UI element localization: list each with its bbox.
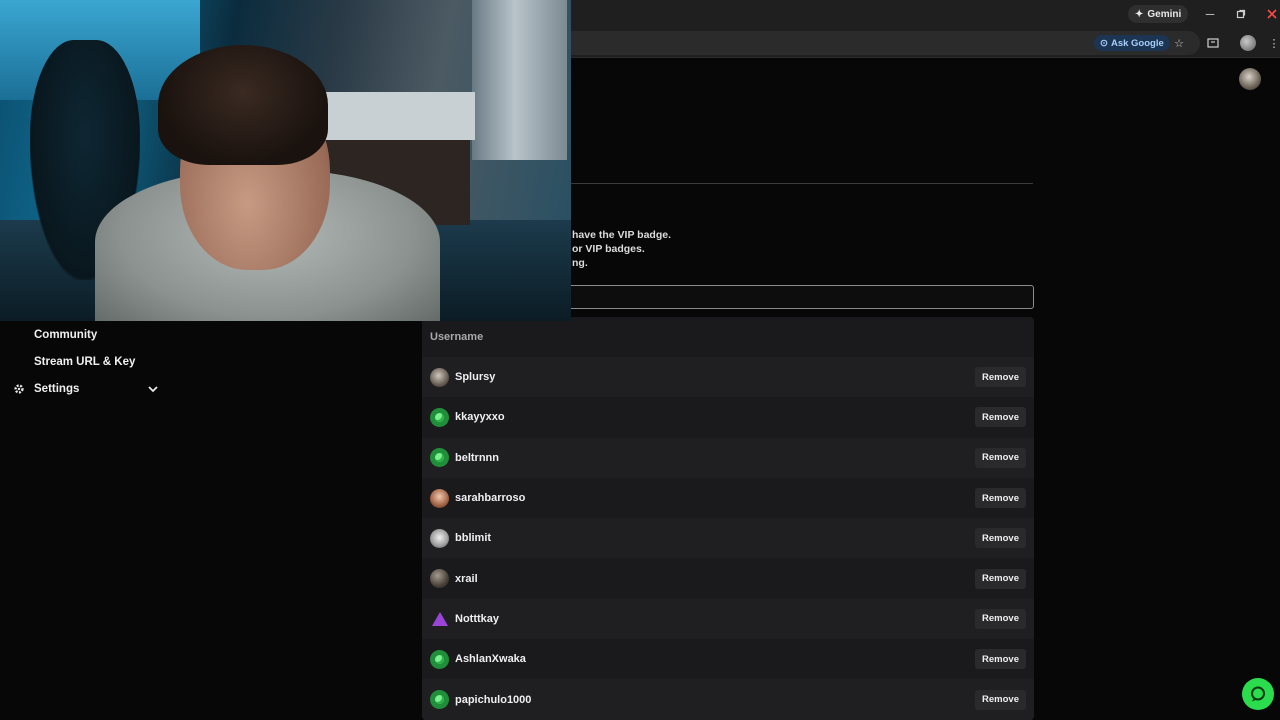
user-avatar[interactable]	[1239, 68, 1261, 90]
username[interactable]: xrail	[455, 573, 975, 585]
username[interactable]: Splursy	[455, 371, 975, 383]
table-row: papichulo1000 Remove	[422, 679, 1034, 720]
gear-icon	[13, 383, 25, 395]
avatar	[430, 488, 449, 508]
username[interactable]: kkayyxxo	[455, 411, 975, 423]
avatar	[430, 407, 449, 427]
avatar	[430, 528, 449, 548]
vip-description-line: or VIP badges.	[572, 243, 645, 255]
support-chat-button[interactable]	[1242, 678, 1274, 710]
table-row: xrail Remove	[422, 558, 1034, 598]
minimize-icon[interactable]: ─	[1200, 4, 1220, 24]
close-icon[interactable]	[1262, 4, 1280, 24]
column-header-username: Username	[430, 331, 484, 343]
avatar	[430, 367, 449, 387]
table-row: bblimit Remove	[422, 518, 1034, 559]
webcam-counter	[325, 92, 475, 140]
avatar	[430, 690, 449, 710]
star-icon[interactable]: ☆	[1171, 35, 1187, 51]
table-row: AshlanXwaka Remove	[422, 639, 1034, 679]
remove-button[interactable]: Remove	[975, 407, 1026, 428]
webcam-overlay	[0, 0, 571, 321]
remove-button[interactable]: Remove	[975, 649, 1026, 670]
tab-search-icon[interactable]	[1205, 35, 1221, 51]
section-divider	[570, 183, 1033, 184]
remove-button[interactable]: Remove	[975, 488, 1026, 509]
ask-google-label: Ask Google	[1110, 37, 1164, 49]
profile-avatar[interactable]	[1240, 35, 1256, 51]
username[interactable]: sarahbarroso	[455, 492, 975, 504]
restore-icon[interactable]	[1231, 4, 1251, 24]
add-vip-input[interactable]	[568, 285, 1034, 309]
table-row: Notttkay Remove	[422, 598, 1034, 640]
avatar	[430, 448, 449, 468]
vip-description-line: have the VIP badge.	[572, 229, 672, 241]
remove-button[interactable]: Remove	[975, 528, 1026, 549]
table-row: beltrnnn Remove	[422, 437, 1034, 478]
remove-button[interactable]: Remove	[975, 608, 1026, 629]
ask-google-button[interactable]: ⊙ Ask Google	[1094, 35, 1170, 51]
username[interactable]: bblimit	[455, 532, 975, 544]
username[interactable]: beltrnnn	[455, 452, 975, 464]
table-row: sarahbarroso Remove	[422, 478, 1034, 518]
lens-icon: ⊙	[1100, 37, 1108, 49]
remove-button[interactable]: Remove	[975, 367, 1026, 388]
sidebar-item-settings[interactable]: Settings	[34, 383, 79, 395]
gemini-button[interactable]: ✦ Gemini	[1128, 5, 1189, 23]
username[interactable]: AshlanXwaka	[455, 653, 975, 665]
sidebar-item-stream-url-key[interactable]: Stream URL & Key	[34, 356, 135, 368]
vip-table: Username Splursy Remove kkayyxxo Remove belt…	[422, 317, 1034, 720]
avatar	[430, 569, 449, 589]
remove-button[interactable]: Remove	[975, 447, 1026, 468]
username[interactable]: papichulo1000	[455, 694, 975, 706]
webcam-person-hair	[158, 45, 328, 165]
sparkle-icon: ✦	[1135, 8, 1144, 20]
vip-description: have the VIP badge. or VIP badges. ng.	[572, 228, 992, 270]
remove-button[interactable]: Remove	[975, 689, 1026, 710]
vip-description-line: ng.	[572, 257, 588, 269]
gemini-label: Gemini	[1147, 8, 1182, 20]
table-row: kkayyxxo Remove	[422, 397, 1034, 437]
remove-button[interactable]: Remove	[975, 568, 1026, 589]
avatar	[430, 649, 449, 669]
table-row: Splursy Remove	[422, 357, 1034, 398]
webcam-fridge	[472, 0, 567, 160]
menu-icon[interactable]: ⋮	[1266, 35, 1280, 51]
chevron-down-icon[interactable]	[146, 382, 160, 396]
chat-icon	[1251, 686, 1265, 702]
avatar	[430, 609, 449, 628]
username[interactable]: Notttkay	[455, 613, 975, 625]
vip-list: Splursy Remove kkayyxxo Remove beltrnnn Remov…	[422, 357, 1034, 720]
sidebar-item-community[interactable]: Community	[34, 329, 97, 341]
